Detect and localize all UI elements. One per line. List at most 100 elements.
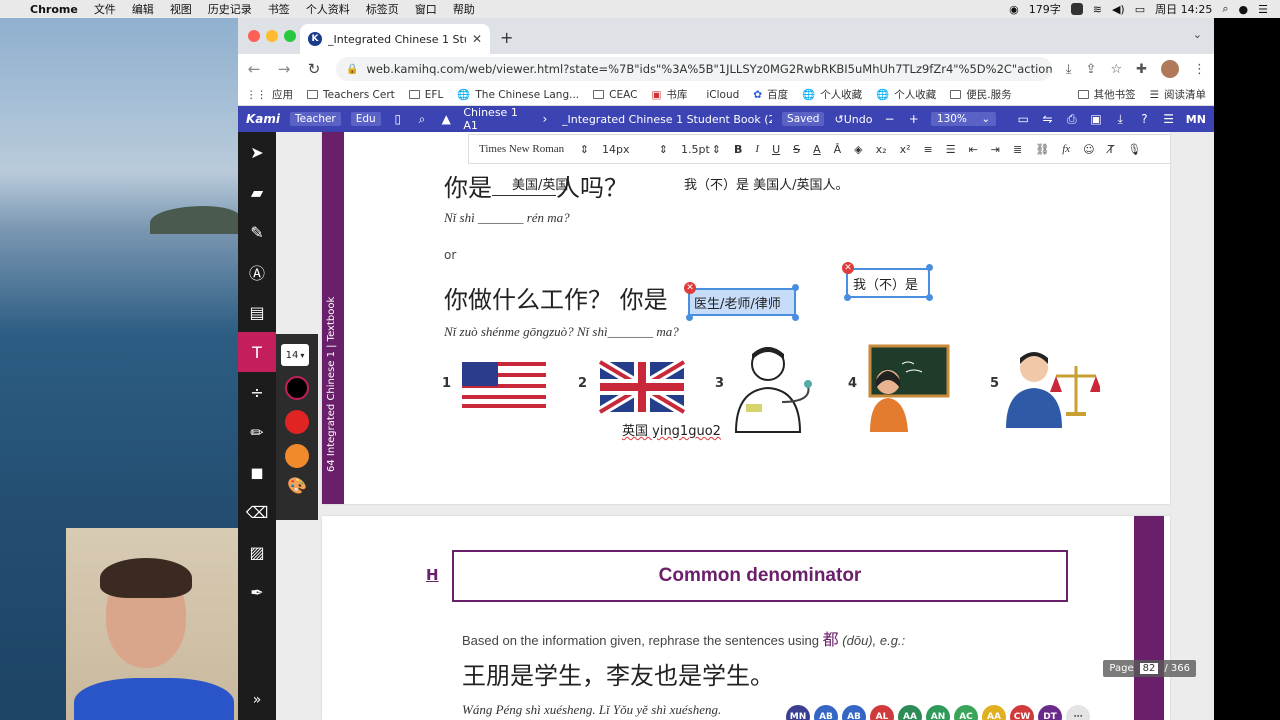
share-icon[interactable]: ⇋ <box>1040 112 1054 126</box>
collaborator-avatar[interactable]: AN <box>926 705 950 720</box>
menu-file[interactable]: 文件 <box>94 1 116 17</box>
wifi-icon[interactable]: ≋ <box>1093 3 1102 16</box>
extensions-icon[interactable]: ✚ <box>1136 62 1147 77</box>
collaborator-avatar[interactable]: AA <box>982 705 1006 720</box>
color-swatch-red[interactable] <box>285 410 309 434</box>
eraser-tool-icon[interactable]: ⌫ <box>238 492 276 532</box>
resize-handle[interactable] <box>844 294 851 301</box>
emoji-icon[interactable]: ☺ <box>1083 143 1094 156</box>
question-1-response-annotation[interactable]: 我（不）是 美国人/英国人。 <box>684 174 849 193</box>
formula-icon[interactable]: fx <box>1062 143 1070 155</box>
expand-sidebar-icon[interactable]: » <box>238 692 276 708</box>
bookmark-icloud[interactable]: iCloud <box>701 89 739 101</box>
kami-logo[interactable]: Kami <box>246 112 280 126</box>
menu-history[interactable]: 历史记录 <box>208 1 252 17</box>
resize-handle[interactable] <box>926 294 933 301</box>
align-left-icon[interactable]: ≣ <box>1013 143 1022 156</box>
menu-profile[interactable]: 个人资料 <box>306 1 350 17</box>
bookmark-teachers-cert[interactable]: Teachers Cert <box>307 89 395 101</box>
color-swatch-orange[interactable] <box>285 444 309 468</box>
menu-app-name[interactable]: Chrome <box>30 3 78 16</box>
zoom-select[interactable]: 130% ⌄ <box>930 112 997 126</box>
question-2-response-annotation[interactable]: 我（不）是 <box>846 268 930 298</box>
siri-icon[interactable]: ● <box>1239 3 1249 16</box>
print-icon[interactable]: ⎙ <box>1065 112 1079 127</box>
bookmark-star-icon[interactable]: ☆ <box>1110 62 1122 77</box>
italic-icon[interactable]: I <box>755 143 759 155</box>
reading-list[interactable]: ☰ 阅读清单 <box>1150 87 1206 102</box>
sidebar-toggle-icon[interactable]: ▯ <box>391 112 405 126</box>
collaborator-avatar[interactable]: MN <box>786 705 810 720</box>
collaborator-avatar[interactable]: AC <box>954 705 978 720</box>
zoom-out-button[interactable]: − <box>882 112 896 126</box>
shapes-tool-icon[interactable]: ◼ <box>238 452 276 492</box>
zoom-in-button[interactable]: + <box>907 112 921 126</box>
collaborator-avatar[interactable]: CW <box>1010 705 1034 720</box>
collaborator-avatar[interactable]: AB <box>842 705 866 720</box>
line-height-select[interactable]: 1.5pt ⇕ <box>681 143 721 156</box>
select-tool-icon[interactable]: ➤ <box>238 132 276 172</box>
link-icon[interactable]: ⛓ <box>1035 143 1049 156</box>
subscript-icon[interactable]: x₂ <box>876 143 887 156</box>
close-tab-icon[interactable]: ✕ <box>472 32 482 46</box>
font-size-select[interactable]: 14px ⇕ <box>602 143 668 156</box>
bookmark-library[interactable]: ▣ 书库 <box>651 87 687 102</box>
bookmark-chinese-lang[interactable]: 🌐 The Chinese Lang... <box>457 88 579 102</box>
markup-tool-icon[interactable]: ✎ <box>238 212 276 252</box>
bookmark-apps[interactable]: ⋮⋮ 应用 <box>246 87 293 102</box>
bookmark-baidu[interactable]: ✿ 百度 <box>753 87 788 102</box>
page-indicator[interactable]: Page 82 / 366 <box>1103 660 1196 677</box>
bold-icon[interactable]: B <box>734 143 742 156</box>
delete-annotation-icon[interactable]: ✕ <box>684 282 696 294</box>
reload-icon[interactable]: ↻ <box>306 60 322 78</box>
bookmark-favorites-1[interactable]: 🌐 个人收藏 <box>802 87 862 102</box>
text-size-select[interactable]: 14 ▾ <box>281 344 309 366</box>
close-window-button[interactable] <box>248 30 260 42</box>
battery-icon[interactable]: ▭ <box>1135 3 1145 16</box>
font-family-select[interactable]: Times New Roman ⇕ <box>479 143 589 156</box>
uk-label-annotation[interactable]: 英国 ying1guo2 <box>622 420 721 439</box>
download-icon[interactable]: ⤓ <box>1066 62 1072 77</box>
highlight-icon[interactable]: Ā <box>834 143 842 156</box>
browser-tab[interactable]: K _Integrated Chinese 1 Student ✕ <box>300 24 490 54</box>
menu-help[interactable]: 帮助 <box>453 1 475 17</box>
profile-avatar[interactable] <box>1161 60 1179 78</box>
zoom-window-button[interactable] <box>284 30 296 42</box>
menu-tabs[interactable]: 标签页 <box>366 1 399 17</box>
bookmark-services[interactable]: 便民.服务 <box>950 87 1012 102</box>
outdent-icon[interactable]: ⇤ <box>969 143 978 156</box>
collaborator-avatar[interactable]: AA <box>898 705 922 720</box>
collaborator-avatar[interactable]: AB <box>814 705 838 720</box>
volume-icon[interactable]: ◀) <box>1112 3 1125 16</box>
collaborator-avatar[interactable]: AL <box>870 705 894 720</box>
back-icon[interactable]: ← <box>246 60 262 78</box>
shape-text-tool-icon[interactable]: Ⓐ <box>238 252 276 292</box>
menu-view[interactable]: 视图 <box>170 1 192 17</box>
chrome-menu-icon[interactable]: ⋮ <box>1193 62 1206 77</box>
course-name[interactable]: Chinese 1 A1 <box>463 106 527 132</box>
current-page[interactable]: 82 <box>1139 663 1159 674</box>
forward-icon[interactable]: → <box>276 60 292 78</box>
menu-icon[interactable]: ☰ <box>1162 112 1176 126</box>
palette-icon[interactable]: 🎨 <box>276 476 318 495</box>
search-icon[interactable]: ⌕ <box>415 112 429 127</box>
help-icon[interactable]: ? <box>1137 112 1151 126</box>
menu-window[interactable]: 窗口 <box>415 1 437 17</box>
bookmark-ceac[interactable]: CEAC <box>593 89 637 101</box>
document-filename[interactable]: _Integrated Chinese 1 Student Book (2).p… <box>562 113 772 126</box>
record-icon[interactable]: ◉ <box>1009 3 1019 16</box>
undo-button[interactable]: ↺Undo <box>834 113 872 126</box>
status-icon[interactable] <box>1070 3 1083 15</box>
bookmark-favorites-2[interactable]: 🌐 个人收藏 <box>876 87 936 102</box>
fill-bucket-icon[interactable]: ◈ <box>854 143 862 156</box>
save-icon[interactable]: ▣ <box>1089 112 1103 126</box>
question-1-answer-annotation[interactable]: 美国/英国 <box>512 174 568 193</box>
share-icon[interactable]: ⇪ <box>1086 62 1097 77</box>
clear-format-icon[interactable]: T̸ <box>1108 143 1115 156</box>
open-folder-icon[interactable]: ▭ <box>1016 112 1030 126</box>
download-icon[interactable]: ⤓ <box>1113 112 1127 127</box>
microphone-icon[interactable]: 🎙 <box>1127 143 1141 156</box>
resize-handle[interactable] <box>926 264 933 271</box>
bookmark-efl[interactable]: EFL <box>408 89 443 101</box>
menu-bookmarks[interactable]: 书签 <box>268 1 290 17</box>
